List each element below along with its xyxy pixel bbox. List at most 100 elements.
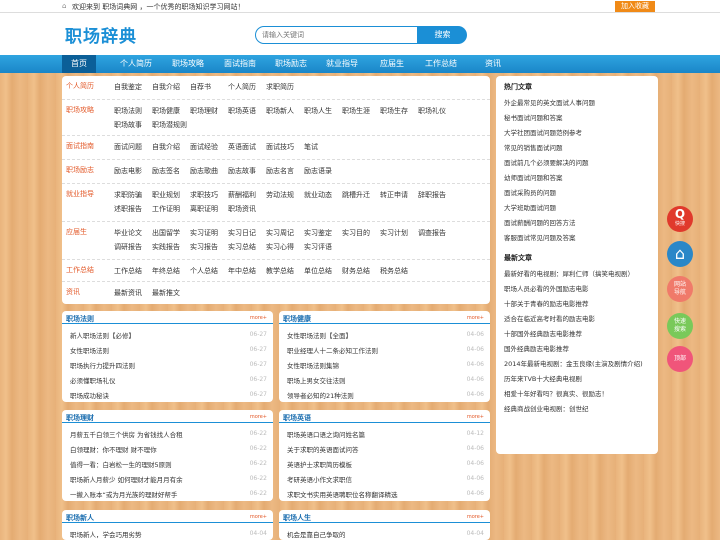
nav-item[interactable]: 职场励志 bbox=[268, 55, 314, 73]
category-link[interactable]: 个人简历 bbox=[228, 82, 256, 92]
category-link[interactable]: 职场人生 bbox=[304, 106, 332, 116]
nav-item[interactable]: 应届生 bbox=[371, 55, 413, 73]
article-link[interactable]: 职场英语口语之询问姓名篇 bbox=[287, 429, 365, 439]
article-link[interactable]: 月薪五千白领三个供房 为省钱找人合租 bbox=[70, 429, 183, 439]
more-link[interactable]: more+ bbox=[250, 414, 267, 420]
new-article-link[interactable]: 职场人员必看的外国励志电影 bbox=[504, 283, 589, 293]
nav-item[interactable]: 首页 bbox=[62, 55, 96, 73]
article-link[interactable]: 新人职场法则【必修】 bbox=[70, 330, 135, 340]
article-link[interactable]: 女性职场法则【全面】 bbox=[287, 330, 352, 340]
site-logo[interactable]: 职场辞典 bbox=[65, 22, 137, 47]
category-link[interactable]: 实习计划 bbox=[380, 228, 408, 238]
article-link[interactable]: 机会是靠自己争取的 bbox=[287, 529, 346, 539]
new-article-link[interactable]: 十部关于青春的励志电影推荐 bbox=[504, 298, 589, 308]
article-link[interactable]: 关于求职的英语面试问答 bbox=[287, 444, 359, 454]
category-link[interactable]: 辞职报告 bbox=[418, 190, 446, 200]
hot-article-link[interactable]: 秘书面试问题和答案 bbox=[504, 112, 563, 122]
category-label[interactable]: 个人简历 bbox=[66, 81, 94, 91]
nav-item[interactable]: 工作总结 bbox=[418, 55, 464, 73]
category-link[interactable]: 实习证明 bbox=[190, 228, 218, 238]
hot-article-link[interactable]: 面试薪酬问题的回答方法 bbox=[504, 217, 576, 227]
category-link[interactable]: 工作总结 bbox=[114, 266, 142, 276]
category-link[interactable]: 职场生涯 bbox=[342, 106, 370, 116]
category-link[interactable]: 最新推文 bbox=[152, 288, 180, 298]
more-link[interactable]: more+ bbox=[467, 514, 484, 520]
more-link[interactable]: more+ bbox=[250, 514, 267, 520]
box-title[interactable]: 职场理财 bbox=[66, 413, 94, 423]
category-link[interactable]: 职业规划 bbox=[152, 190, 180, 200]
site-nav-button[interactable]: 网站导航 bbox=[667, 276, 693, 302]
category-label[interactable]: 职场攻略 bbox=[66, 105, 94, 115]
category-link[interactable]: 职场英语 bbox=[228, 106, 256, 116]
new-article-link[interactable]: 适合在临近高考时看的励志电影 bbox=[504, 313, 595, 323]
box-title[interactable]: 职场新人 bbox=[66, 513, 94, 523]
hot-article-link[interactable]: 大学班助面试问题 bbox=[504, 202, 556, 212]
category-link[interactable]: 笔试 bbox=[304, 142, 318, 152]
category-label[interactable]: 资讯 bbox=[66, 287, 80, 297]
article-link[interactable]: 一撇入账本“或为月光族的理财好帮手 bbox=[70, 489, 177, 499]
category-link[interactable]: 单位总结 bbox=[304, 266, 332, 276]
hot-article-link[interactable]: 客服面试常见问题及答案 bbox=[504, 232, 576, 242]
category-link[interactable]: 出国留学 bbox=[152, 228, 180, 238]
box-title[interactable]: 职场法则 bbox=[66, 314, 94, 324]
box-title[interactable]: 职场人生 bbox=[283, 513, 311, 523]
category-link[interactable]: 求职技巧 bbox=[190, 190, 218, 200]
category-link[interactable]: 实习目的 bbox=[342, 228, 370, 238]
category-link[interactable]: 励志故事 bbox=[228, 166, 256, 176]
category-link[interactable]: 励志签名 bbox=[152, 166, 180, 176]
article-link[interactable]: 职场成功秘诀 bbox=[70, 390, 109, 400]
category-link[interactable]: 自我介绍 bbox=[152, 82, 180, 92]
category-link[interactable]: 调查报告 bbox=[418, 228, 446, 238]
article-link[interactable]: 职场新人月薪少 如何理财才能月月有余 bbox=[70, 474, 183, 484]
category-link[interactable]: 实习心得 bbox=[266, 242, 294, 252]
add-favorite-button[interactable]: 加入收藏 bbox=[615, 1, 655, 12]
fast-search-button[interactable]: 快速搜索 bbox=[667, 313, 693, 339]
quick-search-button[interactable]: Q 快搜 bbox=[667, 206, 693, 232]
new-article-link[interactable]: 历年来TVB十大经典电视剧 bbox=[504, 373, 582, 383]
hot-article-link[interactable]: 外企最常见的英文面试人事问题 bbox=[504, 97, 595, 107]
category-link[interactable]: 最新资讯 bbox=[114, 288, 142, 298]
category-link[interactable]: 调研报告 bbox=[114, 242, 142, 252]
category-link[interactable]: 职场生存 bbox=[380, 106, 408, 116]
category-link[interactable]: 职场故事 bbox=[114, 120, 142, 130]
category-link[interactable]: 转正申请 bbox=[380, 190, 408, 200]
hot-article-link[interactable]: 幼师面试问题和答案 bbox=[504, 172, 563, 182]
category-link[interactable]: 职场礼仪 bbox=[418, 106, 446, 116]
category-link[interactable]: 自荐书 bbox=[190, 82, 211, 92]
category-link[interactable]: 职场新人 bbox=[266, 106, 294, 116]
category-link[interactable]: 财务总结 bbox=[342, 266, 370, 276]
category-link[interactable]: 教学总结 bbox=[266, 266, 294, 276]
nav-item[interactable]: 就业指导 bbox=[319, 55, 365, 73]
category-link[interactable]: 英语面试 bbox=[228, 142, 256, 152]
category-link[interactable]: 职场资讯 bbox=[228, 204, 256, 214]
article-link[interactable]: 职场执行力提升四法则 bbox=[70, 360, 135, 370]
new-article-link[interactable]: 经典商战创业电视剧：创世纪 bbox=[504, 403, 589, 413]
category-link[interactable]: 职场健康 bbox=[152, 106, 180, 116]
nav-item[interactable]: 资讯 bbox=[477, 55, 509, 73]
nav-item[interactable]: 职场攻略 bbox=[165, 55, 211, 73]
category-link[interactable]: 面试问题 bbox=[114, 142, 142, 152]
category-link[interactable]: 劳动法规 bbox=[266, 190, 294, 200]
category-link[interactable]: 实习评语 bbox=[304, 242, 332, 252]
category-link[interactable]: 实习鉴定 bbox=[304, 228, 332, 238]
article-link[interactable]: 职业经理人十二条必知工作法则 bbox=[287, 345, 378, 355]
article-link[interactable]: 白领理财：你不理财 财不理你 bbox=[70, 444, 157, 454]
category-link[interactable]: 求职防骗 bbox=[114, 190, 142, 200]
article-link[interactable]: 考研英语小作文求职信 bbox=[287, 474, 352, 484]
category-link[interactable]: 年中总结 bbox=[228, 266, 256, 276]
new-article-link[interactable]: 十部国外经典励志电影推荐 bbox=[504, 328, 582, 338]
more-link[interactable]: more+ bbox=[250, 315, 267, 321]
category-link[interactable]: 跳槽升迁 bbox=[342, 190, 370, 200]
category-label[interactable]: 就业指导 bbox=[66, 189, 94, 199]
category-label[interactable]: 职场励志 bbox=[66, 165, 94, 175]
box-title[interactable]: 职场英语 bbox=[283, 413, 311, 423]
article-link[interactable]: 求职文书实用英语聘职位名称翻译精选 bbox=[287, 489, 398, 499]
home-icon[interactable]: ⌂ bbox=[62, 2, 66, 10]
article-link[interactable]: 职场新人，学会巧用劣势 bbox=[70, 529, 142, 539]
category-link[interactable]: 面试技巧 bbox=[266, 142, 294, 152]
category-link[interactable]: 就业动态 bbox=[304, 190, 332, 200]
category-link[interactable]: 实习报告 bbox=[190, 242, 218, 252]
category-link[interactable]: 毕业论文 bbox=[114, 228, 142, 238]
new-article-link[interactable]: 国外经典励志电影推荐 bbox=[504, 343, 569, 353]
category-link[interactable]: 求职简历 bbox=[266, 82, 294, 92]
